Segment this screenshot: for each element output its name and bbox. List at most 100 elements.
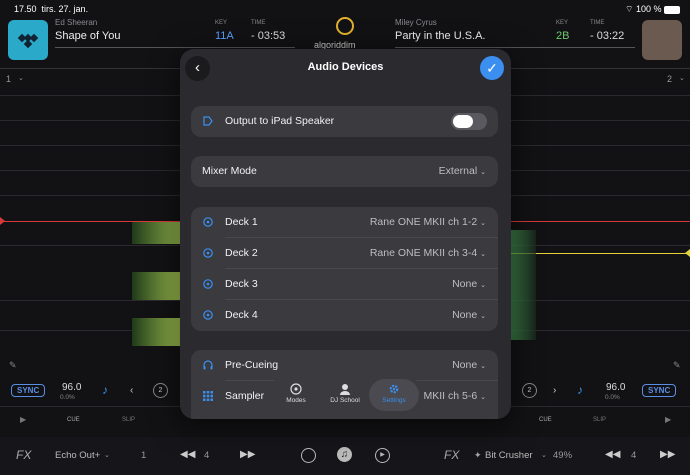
deck-right-hotcue-line — [511, 253, 690, 254]
deck-left-number-chevron-icon[interactable]: ⌄ — [18, 74, 24, 82]
deck-left-cover[interactable] — [8, 20, 48, 60]
deck-right-slip-button[interactable]: SLIP — [593, 417, 606, 423]
deck-left-loop-size[interactable]: 2 — [153, 383, 168, 398]
deck-left-note-icon[interactable]: ♪ — [102, 383, 108, 397]
fx-right-rewind-icon[interactable]: ◀◀ — [605, 449, 620, 460]
deck-left-number: 1 — [6, 74, 12, 84]
deck-right-overview[interactable] — [395, 47, 635, 48]
chevron-updown-icon: ⌄ — [480, 220, 486, 227]
tab-modes[interactable]: Modes — [271, 379, 321, 411]
deck-left-title: Shape of You — [55, 30, 121, 42]
deck-left-slip-button[interactable]: SLIP — [122, 417, 135, 423]
status-time: 17.50 — [14, 4, 37, 14]
precue-value[interactable]: None ⌄ — [452, 359, 486, 371]
fx-right-label[interactable]: FX — [444, 448, 459, 462]
deck-right-title: Party in the U.S.A. — [395, 30, 486, 42]
fx-right-chevron-icon: ⌄ — [541, 452, 547, 459]
sampler-grid-icon — [203, 391, 213, 401]
deck-right-play-icon[interactable]: ▶ — [665, 415, 671, 424]
wifi-icon: ⌔ — [624, 4, 634, 14]
fx-left-chevron-icon: ⌄ — [104, 452, 110, 459]
sampler-value[interactable]: MKII ch 5-6 ⌄ — [424, 390, 486, 402]
fx-left-label[interactable]: FX — [16, 448, 31, 462]
mixer-mode-row[interactable]: Mixer Mode External ⌄ — [191, 156, 498, 187]
headphones-icon — [203, 360, 213, 370]
deck-left-key: 11A — [215, 30, 234, 42]
deck-icon — [203, 217, 213, 227]
deck-left-pitch: 0.0% — [60, 394, 75, 401]
deck-right-hotcue-marker-icon[interactable] — [685, 249, 690, 257]
deck-right-note-icon[interactable]: ♪ — [577, 383, 583, 397]
deck-1-label: Deck 1 — [225, 216, 258, 228]
gear-icon — [389, 384, 399, 394]
chevron-updown-icon: ⌄ — [480, 169, 486, 176]
deck-4-value[interactable]: None ⌄ — [452, 309, 486, 321]
deck-left-waveform[interactable] — [132, 318, 180, 346]
deck-row[interactable]: Deck 2 Rane ONE MKII ch 3-4 ⌄ — [191, 238, 498, 269]
dialog-title: Audio Devices — [307, 61, 384, 73]
music-library-icon[interactable]: ♫ — [337, 447, 352, 462]
deck-left-loop-back-icon[interactable]: ‹ — [130, 385, 133, 396]
fx-right-beats[interactable]: 4 — [631, 450, 636, 461]
deck-icon — [203, 248, 213, 258]
fx-left-beats[interactable]: 4 — [204, 450, 209, 461]
deck-right-bpm: 96.0 — [606, 382, 626, 393]
fx-left-rewind-icon[interactable]: ◀◀ — [180, 449, 195, 460]
deck-row[interactable]: Deck 3 None ⌄ — [191, 269, 498, 300]
deck-left-overview[interactable] — [55, 47, 295, 48]
output-row[interactable]: Output to iPad Speaker — [191, 106, 498, 137]
chevron-updown-icon: ⌄ — [480, 251, 486, 258]
deck-icon — [203, 279, 213, 289]
deck-right-loop-forward-icon[interactable]: › — [553, 385, 556, 396]
tab-dj-school[interactable]: DJ School — [320, 379, 370, 411]
deck-right-key-label: KEY — [556, 20, 569, 26]
sampler-label: Sampler — [225, 390, 265, 402]
toggle-knob — [453, 115, 473, 128]
mixer-mode-value[interactable]: External ⌄ — [439, 165, 486, 177]
deck-right-number-chevron-icon[interactable]: ⌄ — [679, 74, 685, 82]
deck-row[interactable]: Deck 4 None ⌄ — [191, 300, 498, 331]
deck-right-cue-line — [511, 221, 690, 222]
deck-right-pitch: 0.0% — [605, 394, 620, 401]
fx-right-effect[interactable]: Bit Crusher — [485, 450, 533, 461]
precue-label: Pre-Cueing — [225, 359, 279, 371]
fx-right-forward-icon[interactable]: ▶▶ — [660, 449, 675, 460]
deck-3-label: Deck 3 — [225, 278, 258, 290]
status-date: tirs. 27. jan. — [41, 4, 89, 14]
fx-right-wand-icon: ✦ — [474, 450, 482, 460]
settings-tab-bar: Modes DJ School Settings — [267, 377, 424, 413]
done-button[interactable]: ✓ — [480, 56, 504, 80]
deck-left-cue-marker-icon[interactable] — [0, 217, 5, 225]
deck-right-sync-button[interactable]: SYNC — [642, 384, 677, 397]
modes-icon — [290, 383, 302, 395]
deck-left-edit-icon[interactable]: ✎ — [9, 360, 17, 371]
tab-modes-label: Modes — [286, 397, 306, 404]
deck-3-value[interactable]: None ⌄ — [452, 278, 486, 290]
deck-left-waveform[interactable] — [132, 222, 180, 244]
deck-left-cue-button[interactable]: CUE — [67, 417, 80, 423]
deck-right-cue-button[interactable]: CUE — [539, 417, 552, 423]
deck-row[interactable]: Deck 1 Rane ONE MKII ch 1-2 ⌄ — [191, 207, 498, 238]
deck-right-waveform[interactable] — [511, 230, 536, 340]
deck-right-edit-icon[interactable]: ✎ — [673, 360, 681, 371]
tab-dj-school-label: DJ School — [330, 397, 360, 404]
status-bar: 17.50 tirs. 27. jan. ⌔ 100 % — [0, 0, 690, 16]
automix-icon[interactable]: ▶ — [375, 448, 390, 463]
fx-loop-icon[interactable] — [301, 448, 316, 463]
deck-right-cover[interactable] — [642, 20, 682, 60]
deck-right-loop-size[interactable]: 2 — [522, 383, 537, 398]
fx-left-forward-icon[interactable]: ▶▶ — [240, 449, 255, 460]
deck-left-sync-button[interactable]: SYNC — [11, 384, 46, 397]
deck-left-play-icon[interactable]: ▶ — [20, 415, 26, 424]
deck-1-value[interactable]: Rane ONE MKII ch 1-2 ⌄ — [370, 216, 486, 228]
deck-left-waveform[interactable] — [132, 272, 180, 300]
output-group: Output to iPad Speaker — [191, 106, 498, 137]
battery-icon — [664, 5, 680, 14]
tab-settings[interactable]: Settings — [369, 379, 419, 411]
fx-left-effect[interactable]: Echo Out+ — [55, 450, 100, 461]
fx-right-value: 49% — [553, 450, 573, 461]
deck-left-time: - 03:53 — [251, 30, 286, 42]
output-toggle[interactable] — [451, 113, 487, 130]
deck-2-value[interactable]: Rane ONE MKII ch 3-4 ⌄ — [370, 247, 486, 259]
chevron-updown-icon: ⌄ — [480, 363, 486, 370]
